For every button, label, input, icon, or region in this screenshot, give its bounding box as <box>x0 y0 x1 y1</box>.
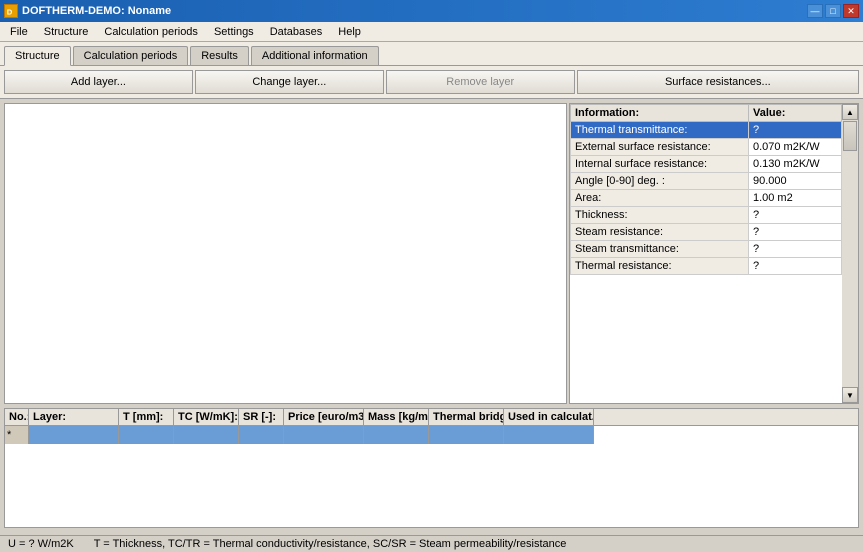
info-cell: Area: <box>571 190 749 207</box>
info-scrollbar: ▲ ▼ <box>842 104 858 403</box>
layer-table-body: * <box>5 426 858 444</box>
value-col-header: Value: <box>748 105 841 122</box>
info-table-row[interactable]: Thermal resistance:? <box>571 258 842 275</box>
layer-col-header: No.: <box>5 409 29 425</box>
layer-cell <box>29 426 119 444</box>
window-title: DOFTHERM-DEMO: Noname <box>22 5 171 17</box>
layer-table-section: No.:Layer:T [mm]:TC [W/mK]:SR [-]:Price … <box>4 408 859 528</box>
menu-databases[interactable]: Databases <box>262 24 331 40</box>
minimize-button[interactable]: — <box>807 4 823 18</box>
info-cell: Thermal resistance: <box>571 258 749 275</box>
layer-cell <box>119 426 174 444</box>
layer-cell <box>429 426 504 444</box>
close-button[interactable]: ✕ <box>843 4 859 18</box>
value-cell: 1.00 m2 <box>748 190 841 207</box>
add-layer-button[interactable]: Add layer... <box>4 70 193 94</box>
layer-col-header: Price [euro/m3]: <box>284 409 364 425</box>
layer-col-header: Layer: <box>29 409 119 425</box>
layer-col-header: Mass [kg/m3]: <box>364 409 429 425</box>
scroll-down-arrow[interactable]: ▼ <box>842 387 858 403</box>
layer-col-header: Used in calculat. <box>504 409 594 425</box>
info-table-row[interactable]: Steam resistance:? <box>571 224 842 241</box>
value-cell: ? <box>748 241 841 258</box>
value-cell: 90.000 <box>748 173 841 190</box>
info-cell: Angle [0-90] deg. : <box>571 173 749 190</box>
info-cell: Internal surface resistance: <box>571 156 749 173</box>
info-table-row[interactable]: Area:1.00 m2 <box>571 190 842 207</box>
svg-text:D: D <box>7 7 13 16</box>
app-icon: D <box>4 4 18 18</box>
layer-col-header: T [mm]: <box>119 409 174 425</box>
scroll-thumb[interactable] <box>843 121 857 151</box>
info-table-row[interactable]: Steam transmittance:? <box>571 241 842 258</box>
menu-bar: File Structure Calculation periods Setti… <box>0 22 863 42</box>
info-cell: Steam resistance: <box>571 224 749 241</box>
layer-table-header: No.:Layer:T [mm]:TC [W/mK]:SR [-]:Price … <box>5 409 858 426</box>
remove-layer-button[interactable]: Remove layer <box>386 70 575 94</box>
scroll-up-arrow[interactable]: ▲ <box>842 104 858 120</box>
layer-col-header: TC [W/mK]: <box>174 409 239 425</box>
layer-col-header: SR [-]: <box>239 409 284 425</box>
layer-cell <box>284 426 364 444</box>
tab-additional-info[interactable]: Additional information <box>251 46 379 65</box>
legend-text: T = Thickness, TC/TR = Thermal conductiv… <box>94 538 567 550</box>
layer-cell <box>364 426 429 444</box>
tabs-row: Structure Calculation periods Results Ad… <box>0 42 863 66</box>
tab-results[interactable]: Results <box>190 46 249 65</box>
info-cell: Steam transmittance: <box>571 241 749 258</box>
value-cell: ? <box>748 207 841 224</box>
menu-calculation-periods[interactable]: Calculation periods <box>96 24 206 40</box>
surface-resistances-button[interactable]: Surface resistances... <box>577 70 859 94</box>
menu-structure[interactable]: Structure <box>36 24 97 40</box>
window-controls: — □ ✕ <box>807 4 859 18</box>
info-table-row[interactable]: Thickness:? <box>571 207 842 224</box>
info-table-row[interactable]: Thermal transmittance:? <box>571 122 842 139</box>
main-window: D DOFTHERM-DEMO: Noname — □ ✕ File Struc… <box>0 0 863 552</box>
layer-col-header: Thermal bridge: <box>429 409 504 425</box>
maximize-button[interactable]: □ <box>825 4 841 18</box>
change-layer-button[interactable]: Change layer... <box>195 70 384 94</box>
u-value-status: U = ? W/m2K <box>8 538 74 550</box>
structure-canvas <box>4 103 567 404</box>
layer-cell <box>239 426 284 444</box>
layer-cell <box>174 426 239 444</box>
info-panel: Information: Value: Thermal transmittanc… <box>569 103 859 404</box>
menu-file[interactable]: File <box>2 24 36 40</box>
info-table-container: Information: Value: Thermal transmittanc… <box>570 104 842 403</box>
tab-structure[interactable]: Structure <box>4 46 71 66</box>
split-area: Information: Value: Thermal transmittanc… <box>0 99 863 408</box>
layer-cell: * <box>5 426 29 444</box>
info-table: Information: Value: Thermal transmittanc… <box>570 104 842 275</box>
info-cell: Thickness: <box>571 207 749 224</box>
value-cell: 0.130 m2K/W <box>748 156 841 173</box>
value-cell: ? <box>748 224 841 241</box>
info-table-row[interactable]: Angle [0-90] deg. :90.000 <box>571 173 842 190</box>
toolbar: Add layer... Change layer... Remove laye… <box>0 66 863 99</box>
info-cell: Thermal transmittance: <box>571 122 749 139</box>
menu-help[interactable]: Help <box>330 24 369 40</box>
info-table-row[interactable]: Internal surface resistance:0.130 m2K/W <box>571 156 842 173</box>
info-cell: External surface resistance: <box>571 139 749 156</box>
title-bar-left: D DOFTHERM-DEMO: Noname <box>4 4 171 18</box>
layer-cell <box>504 426 594 444</box>
title-bar: D DOFTHERM-DEMO: Noname — □ ✕ <box>0 0 863 22</box>
info-col-header: Information: <box>571 105 749 122</box>
value-cell: ? <box>748 258 841 275</box>
info-table-row[interactable]: External surface resistance:0.070 m2K/W <box>571 139 842 156</box>
value-cell: ? <box>748 122 841 139</box>
status-bar: U = ? W/m2K T = Thickness, TC/TR = Therm… <box>0 535 863 552</box>
layer-table-row[interactable]: * <box>5 426 858 444</box>
menu-settings[interactable]: Settings <box>206 24 262 40</box>
tab-calculation-periods[interactable]: Calculation periods <box>73 46 189 65</box>
value-cell: 0.070 m2K/W <box>748 139 841 156</box>
